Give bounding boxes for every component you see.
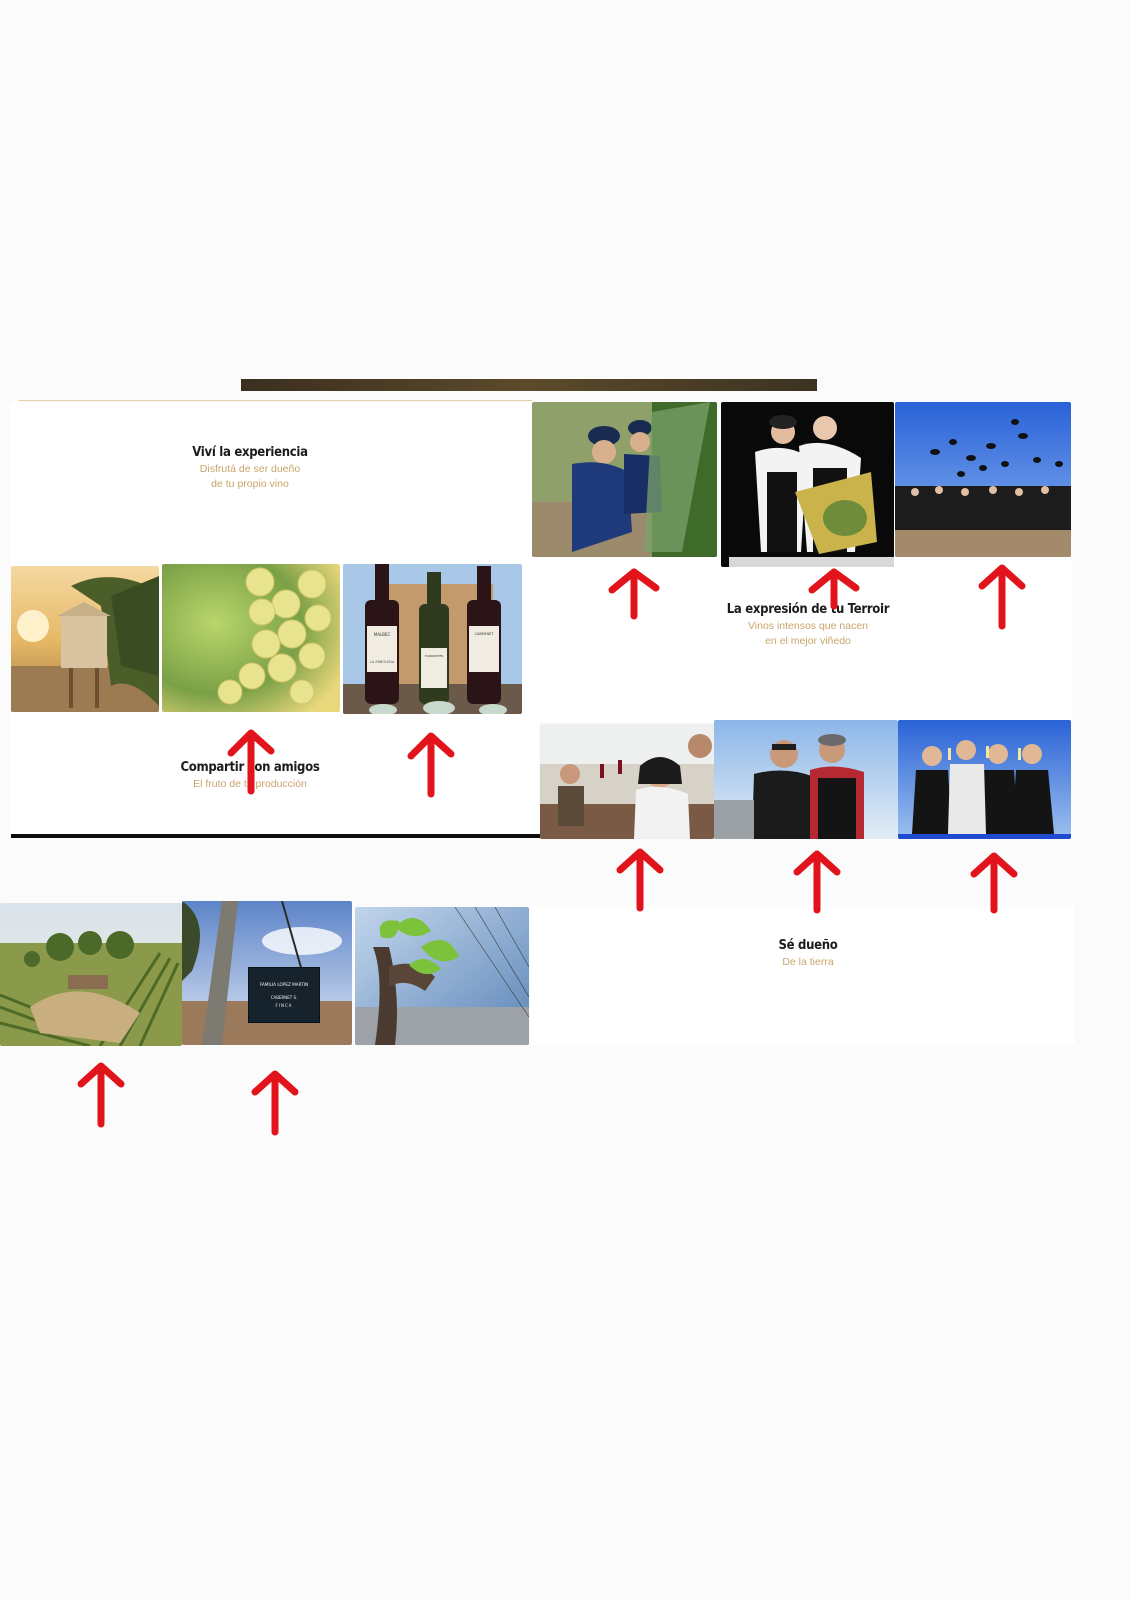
wine-bottles-photo: MALBEC TORRONTÉS CABERNET LA ARBOLEDA: [343, 564, 522, 714]
toast-table-photo: [540, 724, 714, 839]
harvest-women-photo: [532, 402, 717, 557]
red-arrow-annotation: [808, 566, 860, 632]
wine-label-3: CABERNET: [474, 632, 494, 636]
section-title: Sé dueño: [778, 938, 838, 953]
divider-line: [19, 400, 532, 401]
grape-basket-photo: [721, 402, 894, 567]
red-arrow-annotation: [614, 846, 666, 912]
red-arrow-annotation: [976, 562, 1028, 630]
hats-celebration-photo: [895, 402, 1071, 557]
red-arrow-annotation: [75, 1060, 127, 1128]
red-arrow-annotation: [405, 730, 457, 798]
vineyard-aerial-photo: [0, 903, 182, 1046]
vine-sign-board: FAMILIA LOPEZ MARTIN CABERNET S. FINCA: [248, 967, 320, 1023]
section-subtitle: Disfrutá de ser dueño: [199, 463, 301, 475]
right-panel-dueno: [530, 905, 1075, 1045]
winery-label: LA ARBOLEDA: [369, 660, 395, 664]
men-aprons-photo: [714, 720, 898, 839]
vine-sign-line: CABERNET S.: [270, 995, 298, 1000]
weather-station-photo: [11, 566, 159, 712]
vine-sign-photo: FAMILIA LOPEZ MARTIN CABERNET S. FINCA: [182, 901, 352, 1045]
vine-sign-line: FAMILIA LOPEZ MARTIN: [259, 982, 309, 987]
wine-label-1: MALBEC: [373, 632, 391, 637]
section-dueno: Sé dueño De la tierra: [708, 938, 908, 970]
red-arrow-annotation: [608, 566, 660, 632]
red-arrow-annotation: [791, 848, 843, 914]
section-experiencia: Viví la experiencia Disfrutá de ser dueñ…: [150, 445, 350, 492]
white-grapes-photo: [162, 564, 340, 712]
women-toast-photo: [898, 720, 1071, 839]
red-arrow-annotation: [225, 727, 277, 795]
red-arrow-annotation: [968, 850, 1020, 916]
section-title: Viví la experiencia: [192, 445, 308, 460]
vine-sprout-photo: [355, 907, 529, 1045]
section-subtitle: De la tierra: [782, 956, 834, 968]
vine-sign-line: FINCA: [275, 1003, 293, 1008]
section-subtitle: de tu propio vino: [211, 478, 289, 490]
header-image-strip: [241, 379, 817, 391]
section-subtitle: en el mejor viñedo: [765, 635, 851, 647]
wine-label-2: TORRONTÉS: [424, 654, 444, 658]
left-panel-bottom-border: [11, 834, 541, 838]
red-arrow-annotation: [249, 1068, 301, 1136]
